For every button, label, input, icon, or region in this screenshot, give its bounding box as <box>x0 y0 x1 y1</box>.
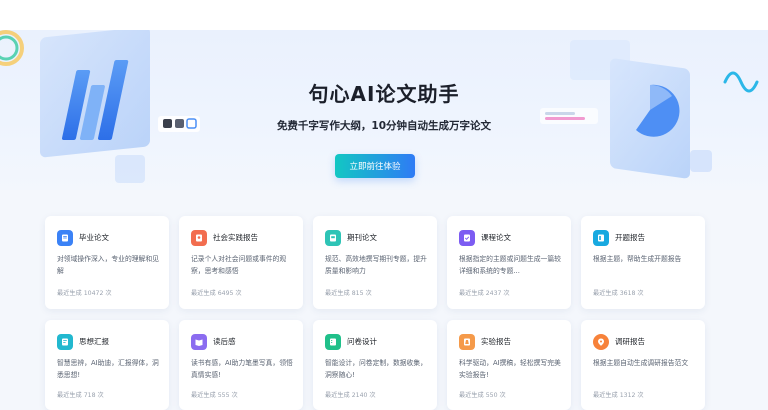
card-thought-report[interactable]: 思想汇报 智慧思辨，AI助迪，汇报得体，洞悉思想! 最近生成 718 次 <box>45 320 169 410</box>
card-course-paper[interactable]: 课程论文 根据指定的主题或问题生成一篇较详细和系统的专题... 最近生成 243… <box>447 216 571 309</box>
card-title: 问卷设计 <box>347 337 377 346</box>
card-reading-reflection[interactable]: 读后感 读书有感，AI助力笔墨写真，领悟真情实感! 最近生成 555 次 <box>179 320 303 410</box>
thought-report-icon <box>57 334 73 350</box>
page-title: 句心AI论文助手 <box>308 82 460 106</box>
card-proposal-report[interactable]: 开题报告 根据主题，帮助生成开题报告 最近生成 3618 次 <box>581 216 705 309</box>
card-journal-paper[interactable]: 期刊论文 规范、高效地撰写期刊专题，提升质量和影响力 最近生成 815 次 <box>313 216 437 309</box>
card-usage-count: 最近生成 6495 次 <box>191 290 242 297</box>
card-title: 毕业论文 <box>79 233 109 242</box>
hero-banner: 句心AI论文助手 免费千字写作大纲，10分钟自动生成万字论文 立即前往体验 <box>0 30 768 190</box>
chart-illustration-right <box>540 40 759 179</box>
card-title: 读后感 <box>213 337 236 346</box>
card-title: 思想汇报 <box>79 337 109 346</box>
card-description: 读书有感，AI助力笔墨写真，领悟真情实感! <box>191 359 293 379</box>
survey-icon <box>325 334 341 350</box>
card-title: 实验报告 <box>481 337 511 346</box>
card-usage-count: 最近生成 718 次 <box>57 392 104 399</box>
card-description: 规范、高效地撰写期刊专题，提升质量和影响力 <box>325 255 427 275</box>
research-icon <box>593 334 609 350</box>
journal-icon <box>325 230 341 246</box>
page-subtitle: 免费千字写作大纲，10分钟自动生成万字论文 <box>276 120 492 132</box>
card-description: 对领域操作深入，专业的理解和见解 <box>57 255 159 275</box>
card-usage-count: 最近生成 555 次 <box>191 392 238 399</box>
try-now-button[interactable]: 立即前往体验 <box>335 154 415 178</box>
card-research-report[interactable]: 调研报告 根据主题自动生成调研报告范文 最近生成 1312 次 <box>581 320 705 410</box>
graduation-icon <box>57 230 73 246</box>
society-report-icon <box>191 230 207 246</box>
card-description: 根据指定的主题或问题生成一篇较详细和系统的专题... <box>459 255 561 275</box>
card-description: 智能设计，问卷定制，数据收集，洞察随心! <box>325 359 427 379</box>
lab-report-icon <box>459 334 475 350</box>
card-description: 科学驱动，AI撰稿，轻松撰写完美实验报告! <box>459 359 561 379</box>
card-usage-count: 最近生成 2437 次 <box>459 290 510 297</box>
card-usage-count: 最近生成 10472 次 <box>57 290 112 297</box>
card-usage-count: 最近生成 2140 次 <box>325 392 376 399</box>
card-graduation-thesis[interactable]: 毕业论文 对领域操作深入，专业的理解和见解 最近生成 10472 次 <box>45 216 169 309</box>
card-description: 根据主题自动生成调研报告范文 <box>593 359 689 367</box>
card-survey-design[interactable]: 问卷设计 智能设计，问卷定制，数据收集，洞察随心! 最近生成 2140 次 <box>313 320 437 410</box>
card-title: 调研报告 <box>615 337 645 346</box>
card-description: 记录个人对社会问题或事件的观察，思考和感悟 <box>191 255 287 275</box>
proposal-icon <box>593 230 609 246</box>
card-title: 社会实践报告 <box>213 233 258 242</box>
card-usage-count: 最近生成 550 次 <box>459 392 506 399</box>
card-usage-count: 最近生成 1312 次 <box>593 392 644 399</box>
chart-illustration-left <box>0 30 200 183</box>
card-lab-report[interactable]: 实验报告 科学驱动，AI撰稿，轻松撰写完美实验报告! 最近生成 550 次 <box>447 320 571 410</box>
reading-icon <box>191 334 207 350</box>
card-title: 课程论文 <box>481 233 511 242</box>
top-bar <box>0 0 768 30</box>
card-description: 智慧思辨，AI助迪，汇报得体，洞悉思想! <box>57 359 159 379</box>
card-title: 期刊论文 <box>347 233 377 242</box>
card-usage-count: 最近生成 815 次 <box>325 290 372 297</box>
card-description: 根据主题，帮助生成开题报告 <box>593 255 682 263</box>
card-usage-count: 最近生成 3618 次 <box>593 290 644 297</box>
course-paper-icon <box>459 230 475 246</box>
card-social-practice-report[interactable]: 社会实践报告 记录个人对社会问题或事件的观察，思考和感悟 最近生成 6495 次 <box>179 216 303 309</box>
card-title: 开题报告 <box>615 233 645 242</box>
